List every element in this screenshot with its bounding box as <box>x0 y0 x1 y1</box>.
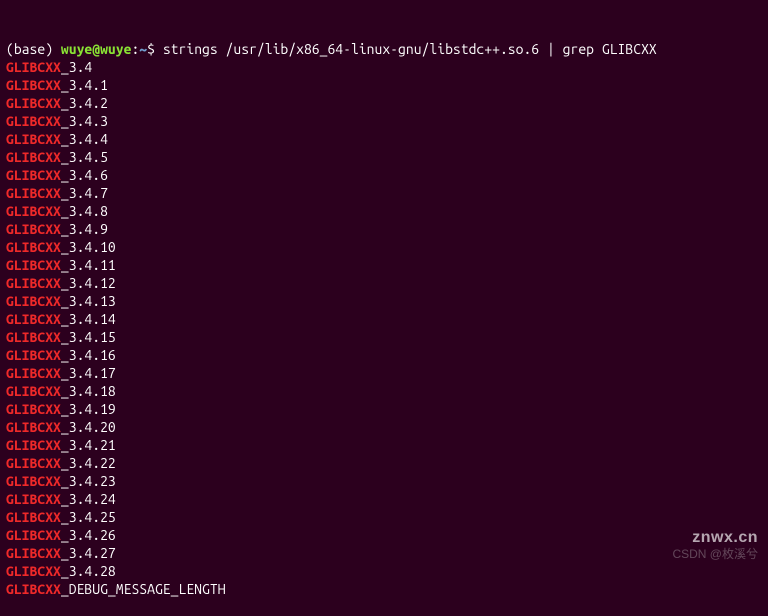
output-line: GLIBCXX_3.4.18 <box>6 382 762 400</box>
output-suffix: _3.4.6 <box>61 167 108 183</box>
output-suffix: _3.4.21 <box>61 437 116 453</box>
output-line: GLIBCXX_3.4.26 <box>6 526 762 544</box>
path: ~ <box>139 41 147 57</box>
grep-match: GLIBCXX <box>6 563 61 579</box>
output-line: GLIBCXX_3.4.25 <box>6 508 762 526</box>
output-line: GLIBCXX_3.4.13 <box>6 292 762 310</box>
grep-match: GLIBCXX <box>6 239 61 255</box>
command-text: strings /usr/lib/x86_64-linux-gnu/libstd… <box>163 41 657 57</box>
output-line: GLIBCXX_3.4.5 <box>6 148 762 166</box>
output-line: GLIBCXX_3.4.15 <box>6 328 762 346</box>
grep-match: GLIBCXX <box>6 311 61 327</box>
output-line: GLIBCXX_3.4.10 <box>6 238 762 256</box>
grep-match: GLIBCXX <box>6 59 61 75</box>
grep-match: GLIBCXX <box>6 275 61 291</box>
output-line: GLIBCXX_3.4.3 <box>6 112 762 130</box>
grep-match: GLIBCXX <box>6 221 61 237</box>
output-suffix: _3.4.24 <box>61 491 116 507</box>
output-suffix: _3.4.18 <box>61 383 116 399</box>
grep-match: GLIBCXX <box>6 329 61 345</box>
output-suffix: _3.4.14 <box>61 311 116 327</box>
prompt-line: (base) wuye@wuye:~$ strings /usr/lib/x86… <box>6 40 762 58</box>
grep-match: GLIBCXX <box>6 293 61 309</box>
output-suffix: _3.4.11 <box>61 257 116 273</box>
output-suffix: _3.4.26 <box>61 527 116 543</box>
grep-match: GLIBCXX <box>6 149 61 165</box>
output-line: GLIBCXX_3.4.9 <box>6 220 762 238</box>
env-prefix: (base) <box>6 41 61 57</box>
output-line: GLIBCXX_3.4.2 <box>6 94 762 112</box>
output-suffix: _3.4 <box>61 59 92 75</box>
output-line: GLIBCXX_3.4.28 <box>6 562 762 580</box>
output-line: GLIBCXX_3.4.11 <box>6 256 762 274</box>
grep-match: GLIBCXX <box>6 365 61 381</box>
prompt-dollar: $ <box>147 41 163 57</box>
grep-match: GLIBCXX <box>6 455 61 471</box>
output-suffix: _3.4.9 <box>61 221 108 237</box>
output-suffix: _3.4.7 <box>61 185 108 201</box>
output-line: GLIBCXX_3.4.19 <box>6 400 762 418</box>
grep-match: GLIBCXX <box>6 419 61 435</box>
output-suffix: _3.4.19 <box>61 401 116 417</box>
grep-match: GLIBCXX <box>6 185 61 201</box>
grep-match: GLIBCXX <box>6 113 61 129</box>
output-line: GLIBCXX_3.4.4 <box>6 130 762 148</box>
output-line: GLIBCXX_3.4.27 <box>6 544 762 562</box>
output-suffix: _3.4.16 <box>61 347 116 363</box>
output-line: GLIBCXX_3.4.22 <box>6 454 762 472</box>
output-line: GLIBCXX_3.4.20 <box>6 418 762 436</box>
output-line: GLIBCXX_3.4.16 <box>6 346 762 364</box>
output-line: GLIBCXX_3.4.21 <box>6 436 762 454</box>
output-suffix: _3.4.28 <box>61 563 116 579</box>
output-suffix: _3.4.3 <box>61 113 108 129</box>
output-suffix: _3.4.10 <box>61 239 116 255</box>
output-suffix: _3.4.12 <box>61 275 116 291</box>
output-suffix: _3.4.20 <box>61 419 116 435</box>
grep-match: GLIBCXX <box>6 95 61 111</box>
output-suffix: _3.4.1 <box>61 77 108 93</box>
grep-match: GLIBCXX <box>6 77 61 93</box>
output-suffix: _3.4.15 <box>61 329 116 345</box>
grep-match: GLIBCXX <box>6 257 61 273</box>
output-suffix: _3.4.13 <box>61 293 116 309</box>
grep-match: GLIBCXX <box>6 347 61 363</box>
watermark-secondary: CSDN @枚溪兮 <box>672 545 758 563</box>
output-container: GLIBCXX_3.4GLIBCXX_3.4.1GLIBCXX_3.4.2GLI… <box>6 58 762 598</box>
terminal[interactable]: (base) wuye@wuye:~$ strings /usr/lib/x86… <box>6 4 762 616</box>
output-suffix: _3.4.22 <box>61 455 116 471</box>
grep-match: GLIBCXX <box>6 491 61 507</box>
grep-match: GLIBCXX <box>6 473 61 489</box>
output-line: GLIBCXX_3.4.12 <box>6 274 762 292</box>
grep-match: GLIBCXX <box>6 545 61 561</box>
grep-match: GLIBCXX <box>6 203 61 219</box>
grep-match: GLIBCXX <box>6 131 61 147</box>
output-line: GLIBCXX_3.4.1 <box>6 76 762 94</box>
output-suffix: _3.4.8 <box>61 203 108 219</box>
output-line: GLIBCXX_3.4.6 <box>6 166 762 184</box>
grep-match: GLIBCXX <box>6 437 61 453</box>
grep-match: GLIBCXX <box>6 383 61 399</box>
output-suffix: _3.4.27 <box>61 545 116 561</box>
output-suffix: _3.4.25 <box>61 509 116 525</box>
output-line: GLIBCXX_3.4.23 <box>6 472 762 490</box>
output-suffix: _3.4.2 <box>61 95 108 111</box>
output-suffix: _DEBUG_MESSAGE_LENGTH <box>61 581 226 597</box>
output-suffix: _3.4.5 <box>61 149 108 165</box>
grep-match: GLIBCXX <box>6 581 61 597</box>
output-line: GLIBCXX_3.4.17 <box>6 364 762 382</box>
output-suffix: _3.4.23 <box>61 473 116 489</box>
grep-match: GLIBCXX <box>6 527 61 543</box>
output-suffix: _3.4.4 <box>61 131 108 147</box>
grep-match: GLIBCXX <box>6 401 61 417</box>
output-line: GLIBCXX_3.4 <box>6 58 762 76</box>
output-line: GLIBCXX_3.4.24 <box>6 490 762 508</box>
output-line: GLIBCXX_3.4.7 <box>6 184 762 202</box>
output-line: GLIBCXX_DEBUG_MESSAGE_LENGTH <box>6 580 762 598</box>
output-line: GLIBCXX_3.4.8 <box>6 202 762 220</box>
output-suffix: _3.4.17 <box>61 365 116 381</box>
output-line: GLIBCXX_3.4.14 <box>6 310 762 328</box>
grep-match: GLIBCXX <box>6 167 61 183</box>
grep-match: GLIBCXX <box>6 509 61 525</box>
user-host: wuye@wuye <box>61 41 132 57</box>
